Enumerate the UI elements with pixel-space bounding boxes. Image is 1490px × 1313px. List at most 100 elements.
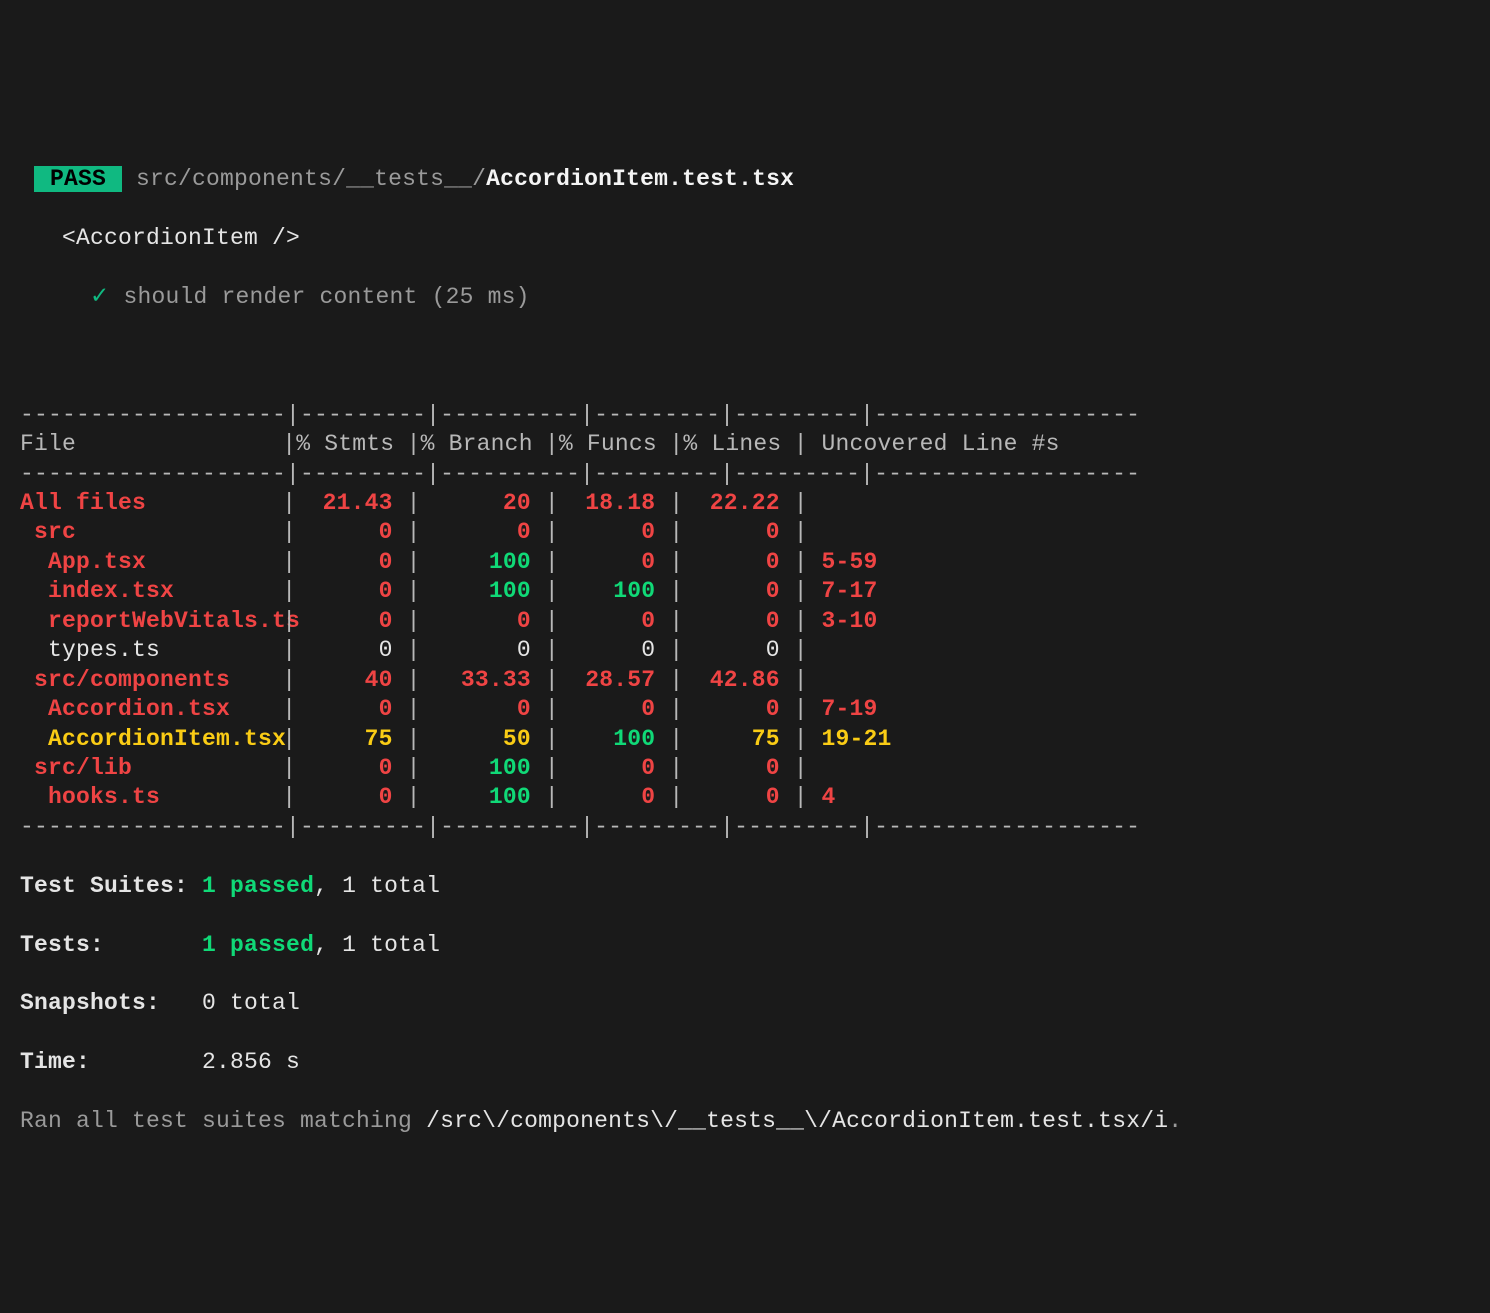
summary-value: 0 total	[202, 990, 300, 1016]
table-row: AccordionItem.tsx|75 |50 |100 |75 |19-21	[20, 725, 1490, 754]
cell-funcs: 0	[559, 607, 669, 636]
cell-lines: 0	[683, 636, 793, 665]
cell-branch: 0	[421, 518, 545, 547]
cell-stmts: 0	[296, 754, 406, 783]
coverage-table: -------------------|---------|----------…	[20, 401, 1490, 843]
summary-passed: 1 passed	[202, 873, 314, 899]
ran-pattern: /src\/components\/__tests__\/AccordionIt…	[426, 1108, 1168, 1134]
cell-uncovered: 3-10	[808, 607, 878, 636]
cell-file: types.ts	[20, 636, 282, 665]
cell-stmts: 0	[296, 695, 406, 724]
cell-funcs: 100	[559, 577, 669, 606]
cell-file: hooks.ts	[20, 783, 282, 812]
table-row: src|0 |0 |0 |0 |	[20, 518, 1490, 547]
table-row: reportWebVitals.ts|0 |0 |0 |0 |3-10	[20, 607, 1490, 636]
col-branch: % Branch	[421, 430, 545, 459]
cell-branch: 20	[421, 489, 545, 518]
summary-label: Tests:	[20, 932, 104, 958]
test-path-dir: src/components/__tests__/	[122, 166, 486, 192]
cell-branch: 0	[421, 636, 545, 665]
cell-file: index.tsx	[20, 577, 282, 606]
cell-funcs: 100	[559, 725, 669, 754]
summary-time: Time: 2.856 s	[20, 1048, 1490, 1077]
cell-branch: 50	[421, 725, 545, 754]
col-stmts: % Stmts	[296, 430, 406, 459]
cell-lines: 0	[683, 607, 793, 636]
table-row: index.tsx|0 |100 |100 |0 |7-17	[20, 577, 1490, 606]
summary-label: Snapshots:	[20, 990, 160, 1016]
cell-branch: 100	[421, 577, 545, 606]
cell-lines: 75	[683, 725, 793, 754]
summary-passed: 1 passed	[202, 932, 314, 958]
blank-line	[20, 342, 1490, 371]
test-line: ✓ should render content (25 ms)	[20, 283, 1490, 312]
ran-prefix: Ran all test suites matching	[20, 1108, 426, 1134]
table-row: src/lib|0 |100 |0 |0 |	[20, 754, 1490, 783]
summary-label: Time:	[20, 1049, 90, 1075]
cell-branch: 100	[421, 754, 545, 783]
cell-funcs: 0	[559, 636, 669, 665]
cell-lines: 42.86	[683, 666, 793, 695]
cell-file: src/components	[20, 666, 282, 695]
table-row: Accordion.tsx|0 |0 |0 |0 |7-19	[20, 695, 1490, 724]
cell-stmts: 75	[296, 725, 406, 754]
table-row: App.tsx|0 |100 |0 |0 |5-59	[20, 548, 1490, 577]
cell-lines: 0	[683, 754, 793, 783]
ran-suffix: .	[1168, 1108, 1182, 1134]
suite-name: <AccordionItem />	[62, 225, 300, 251]
summary-value: 2.856 s	[202, 1049, 300, 1075]
summary-total: , 1 total	[314, 932, 440, 958]
cell-stmts: 0	[296, 636, 406, 665]
summary-suites: Test Suites: 1 passed, 1 total	[20, 872, 1490, 901]
cell-stmts: 0	[296, 783, 406, 812]
pass-line: PASS src/components/__tests__/AccordionI…	[20, 165, 1490, 194]
cell-uncovered: 7-19	[808, 695, 878, 724]
pass-badge: PASS	[34, 166, 122, 192]
cell-branch: 100	[421, 783, 545, 812]
col-file: File	[20, 430, 282, 459]
cell-funcs: 18.18	[559, 489, 669, 518]
cell-lines: 0	[683, 577, 793, 606]
cell-uncovered: 5-59	[808, 548, 878, 577]
table-row: hooks.ts|0 |100 |0 |0 |4	[20, 783, 1490, 812]
table-divider: -------------------|---------|----------…	[20, 460, 1490, 489]
summary-ran: Ran all test suites matching /src\/compo…	[20, 1107, 1490, 1136]
summary-label: Test Suites:	[20, 873, 188, 899]
summary-snapshots: Snapshots: 0 total	[20, 989, 1490, 1018]
terminal-output: PASS src/components/__tests__/AccordionI…	[20, 136, 1490, 1166]
col-uncovered: Uncovered Line #s	[808, 430, 1060, 459]
cell-file: src	[20, 518, 282, 547]
cell-lines: 0	[683, 783, 793, 812]
cell-funcs: 0	[559, 754, 669, 783]
check-icon: ✓	[90, 284, 109, 310]
cell-file: reportWebVitals.ts	[20, 607, 282, 636]
cell-stmts: 0	[296, 577, 406, 606]
cell-stmts: 0	[296, 518, 406, 547]
table-divider: -------------------|---------|----------…	[20, 401, 1490, 430]
cell-uncovered: 19-21	[808, 725, 892, 754]
cell-file: src/lib	[20, 754, 282, 783]
col-lines: % Lines	[683, 430, 793, 459]
table-row: All files|21.43 |20 |18.18 |22.22 |	[20, 489, 1490, 518]
summary-total: , 1 total	[314, 873, 440, 899]
cell-uncovered: 7-17	[808, 577, 878, 606]
cell-stmts: 21.43	[296, 489, 406, 518]
cell-stmts: 0	[296, 548, 406, 577]
cell-file: Accordion.tsx	[20, 695, 282, 724]
table-row: types.ts|0 |0 |0 |0 |	[20, 636, 1490, 665]
suite-name-line: <AccordionItem />	[20, 224, 1490, 253]
test-path-file: AccordionItem.test.tsx	[486, 166, 794, 192]
cell-lines: 22.22	[683, 489, 793, 518]
cell-lines: 0	[683, 695, 793, 724]
test-desc: should render content (25 ms)	[124, 284, 530, 310]
cell-branch: 0	[421, 695, 545, 724]
cell-lines: 0	[683, 518, 793, 547]
table-header: File|% Stmts |% Branch |% Funcs |% Lines…	[20, 430, 1490, 459]
summary-tests: Tests: 1 passed, 1 total	[20, 931, 1490, 960]
cell-branch: 0	[421, 607, 545, 636]
table-divider: -------------------|---------|----------…	[20, 813, 1490, 842]
cell-branch: 100	[421, 548, 545, 577]
table-row: src/components|40 |33.33 |28.57 |42.86 |	[20, 666, 1490, 695]
cell-stmts: 0	[296, 607, 406, 636]
cell-file: AccordionItem.tsx	[20, 725, 282, 754]
